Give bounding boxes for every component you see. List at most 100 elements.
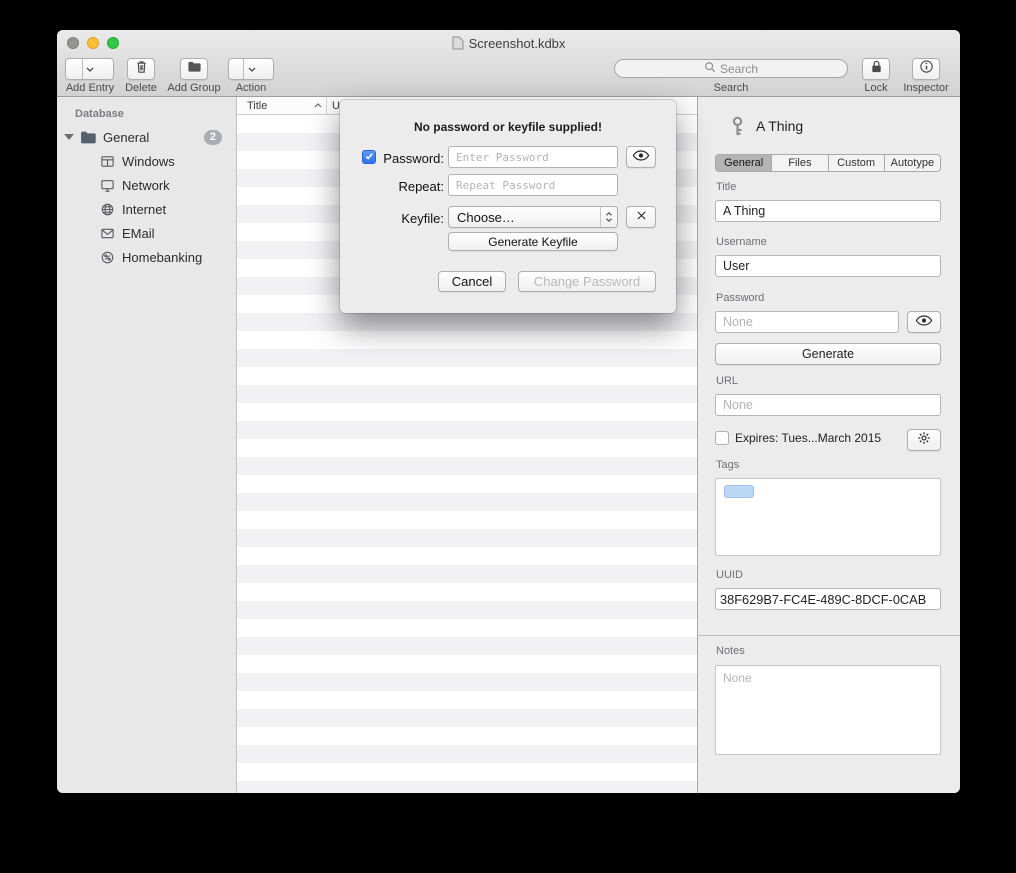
x-icon: [636, 208, 647, 226]
chevron-down-icon[interactable]: [82, 59, 98, 79]
inspector-tabs: General Files Custom Autotype: [715, 154, 941, 172]
tags-box[interactable]: [715, 478, 941, 556]
search-input[interactable]: Search: [614, 59, 848, 78]
expires-row: Expires: Tues...March 2015: [715, 431, 881, 445]
expires-label: Expires: Tues...March 2015: [735, 431, 881, 445]
title-field-label: Title: [716, 181, 736, 193]
keyfile-popup[interactable]: Choose…: [448, 206, 618, 228]
change-password-button[interactable]: Change Password: [518, 271, 656, 292]
keyfile-popup-value: Choose…: [457, 210, 515, 225]
sidebar-group-general[interactable]: General 2: [57, 125, 236, 149]
generate-keyfile-button[interactable]: Generate Keyfile: [448, 232, 618, 251]
search-icon: [704, 61, 716, 76]
password-label: Password:: [380, 151, 444, 166]
tab-autotype[interactable]: Autotype: [885, 155, 940, 171]
eye-icon: [915, 313, 933, 331]
username-field-label: Username: [716, 236, 767, 248]
sort-ascending-icon: [314, 103, 322, 108]
action-button[interactable]: [228, 58, 274, 80]
sidebar: Database General 2 Windows: [57, 97, 237, 793]
folder-icon: [80, 130, 97, 145]
notes-field[interactable]: [715, 665, 941, 755]
uuid-field[interactable]: [715, 588, 941, 610]
expires-checkbox[interactable]: [715, 431, 729, 445]
url-field-label: URL: [716, 375, 738, 387]
sidebar-item-email[interactable]: EMail: [57, 221, 236, 245]
sidebar-item-network[interactable]: Network: [57, 173, 236, 197]
search-label: Search: [614, 82, 848, 94]
app-window: Screenshot.kdbx Add Entry: [57, 30, 960, 793]
tags-label: Tags: [716, 459, 739, 471]
repeat-label: Repeat:: [380, 179, 444, 194]
entry-title: A Thing: [756, 118, 803, 134]
gear-icon: [917, 431, 931, 450]
check-icon: [364, 148, 374, 166]
uuid-label: UUID: [716, 569, 743, 581]
notes-label: Notes: [716, 645, 745, 657]
disclosure-triangle-icon[interactable]: [64, 134, 74, 140]
title-field[interactable]: [715, 200, 941, 222]
monitor-icon: [100, 178, 115, 193]
column-title-label: Title: [247, 100, 267, 112]
inspector-button[interactable]: [912, 58, 940, 80]
tab-files[interactable]: Files: [772, 155, 828, 171]
inspector-panel: A Thing General Files Custom Autotype Ti…: [697, 97, 960, 793]
password-checkbox[interactable]: [362, 150, 376, 164]
entry-header: A Thing: [728, 114, 803, 138]
sidebar-item-label: EMail: [122, 226, 155, 241]
url-field[interactable]: [715, 394, 941, 416]
sidebar-item-label: Windows: [122, 154, 175, 169]
toolbar: Add Entry Delete Add Group: [57, 56, 960, 97]
desktop: Screenshot.kdbx Add Entry: [0, 0, 1016, 873]
folder-plus-icon: [187, 59, 202, 79]
window-title: Screenshot.kdbx: [469, 36, 566, 51]
sidebar-item-windows[interactable]: Windows: [57, 149, 236, 173]
group-count-badge: 2: [204, 130, 222, 145]
window-title-row: Screenshot.kdbx: [57, 30, 960, 56]
sidebar-item-homebanking[interactable]: Homebanking: [57, 245, 236, 269]
expires-settings-button[interactable]: [907, 429, 941, 451]
add-entry-button[interactable]: [65, 58, 114, 80]
sidebar-item-label: Network: [122, 178, 170, 193]
sidebar-group-label: General: [103, 130, 149, 145]
document-icon: [452, 36, 464, 50]
password-field-label: Password: [716, 292, 764, 304]
show-password-button[interactable]: [907, 311, 941, 333]
clear-keyfile-button[interactable]: [626, 206, 656, 228]
repeat-input[interactable]: [448, 174, 618, 196]
window-chrome: Screenshot.kdbx Add Entry: [57, 30, 960, 97]
column-header-title[interactable]: Title: [237, 97, 327, 114]
tab-custom[interactable]: Custom: [829, 155, 885, 171]
info-icon: [919, 59, 934, 79]
lock-icon: [870, 59, 883, 79]
inspector-divider: [698, 635, 960, 636]
key-icon: [728, 116, 747, 137]
stepper-icon: [600, 207, 617, 227]
sidebar-item-label: Homebanking: [122, 250, 202, 265]
username-field[interactable]: [715, 255, 941, 277]
envelope-icon: [100, 226, 115, 241]
add-group-label: Add Group: [161, 82, 227, 94]
sidebar-section-header: Database: [75, 108, 236, 120]
show-password-button[interactable]: [626, 146, 656, 168]
sidebar-item-internet[interactable]: Internet: [57, 197, 236, 221]
keyfile-label: Keyfile:: [380, 211, 444, 226]
delete-button[interactable]: [127, 58, 155, 80]
percent-coin-icon: [100, 250, 115, 265]
add-group-button[interactable]: [180, 58, 208, 80]
action-label: Action: [221, 82, 281, 94]
tag-token[interactable]: [724, 485, 754, 498]
dialog-message: No password or keyfile supplied!: [340, 120, 676, 134]
titlebar[interactable]: Screenshot.kdbx: [57, 30, 960, 56]
globe-icon: [100, 202, 115, 217]
password-input[interactable]: [448, 146, 618, 168]
inspector-label: Inspector: [896, 82, 956, 94]
window-icon: [100, 154, 115, 169]
chevron-down-icon[interactable]: [243, 59, 259, 79]
tab-general[interactable]: General: [716, 155, 772, 171]
generate-password-button[interactable]: Generate: [715, 343, 941, 365]
cancel-button[interactable]: Cancel: [438, 271, 506, 292]
lock-button[interactable]: [862, 58, 890, 80]
password-field[interactable]: [715, 311, 899, 333]
search-placeholder: Search: [720, 62, 758, 76]
